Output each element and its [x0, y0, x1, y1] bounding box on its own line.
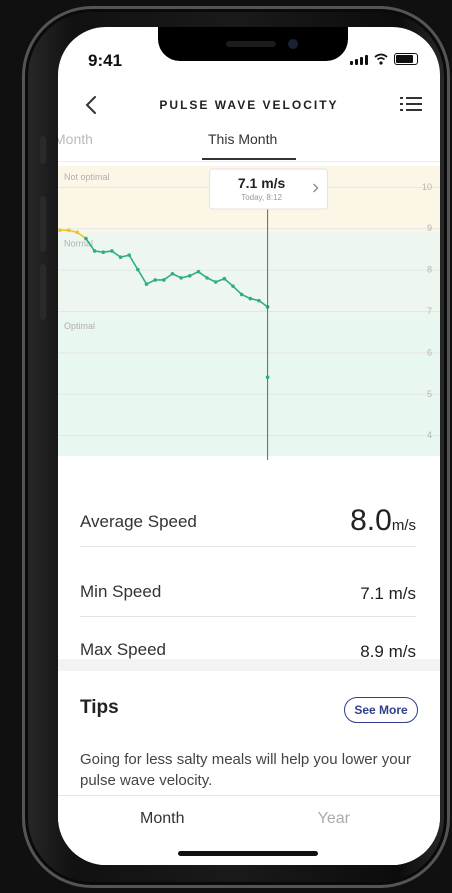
camera-icon	[288, 39, 298, 49]
tab-previous-month[interactable]: Month	[58, 131, 93, 147]
tab-underline	[202, 158, 296, 160]
data-point-1-9	[162, 278, 166, 282]
volume-up-button	[40, 196, 46, 252]
bottom-tab-year[interactable]: Year	[318, 810, 350, 828]
data-point-1-5	[127, 253, 131, 257]
notch	[158, 27, 348, 61]
data-point-1-13	[196, 269, 201, 274]
data-point-1-17	[231, 284, 235, 288]
stat-value-average: 8.0m/s	[350, 504, 416, 538]
stat-value-min: 7.1 m/s	[360, 584, 416, 603]
page-title: PULSE WAVE VELOCITY	[159, 98, 339, 112]
data-point-1-11	[179, 276, 183, 280]
data-point-1-0	[84, 236, 88, 241]
data-point-1-19	[248, 296, 253, 301]
status-icons	[350, 53, 418, 65]
period-tabs: Month This Month	[58, 125, 440, 163]
tips-title: Tips	[80, 697, 119, 718]
mute-switch	[40, 136, 46, 164]
data-point-0-1	[66, 228, 71, 233]
stat-value-average-number: 8.0	[350, 504, 392, 537]
y-tick-label-6: 4	[427, 430, 432, 440]
speaker	[226, 41, 276, 47]
see-more-button[interactable]: See More	[344, 697, 418, 723]
data-point-1-18	[239, 292, 244, 297]
tab-this-month[interactable]: This Month	[208, 131, 277, 147]
y-tick-label-5: 5	[427, 389, 432, 399]
stat-value-average-unit: m/s	[391, 517, 416, 534]
y-tick-label-2: 8	[427, 265, 432, 275]
status-time: 9:41	[88, 51, 123, 70]
marker-value: 7.1 m/s	[238, 175, 286, 191]
data-point-1-4	[118, 255, 123, 259]
y-tick-label-1: 9	[427, 223, 432, 233]
screen: 9:41 PULSE WAVE VELOCITY Month This Mont…	[58, 27, 440, 865]
data-point-1-10	[170, 271, 175, 276]
zone-band-2	[58, 315, 440, 456]
home-indicator	[178, 851, 318, 856]
y-tick-label-4: 6	[427, 347, 432, 357]
zone-label-2: Optimal	[64, 321, 95, 331]
volume-down-button	[40, 264, 46, 320]
stat-label-max: Max Speed	[80, 640, 166, 659]
y-tick-label-3: 7	[427, 306, 432, 316]
y-tick-label-0: 10	[422, 182, 432, 192]
battery-icon	[394, 53, 418, 65]
data-point-1-7	[144, 282, 149, 286]
data-point-0-2	[75, 230, 80, 235]
bottom-tab-month[interactable]: Month	[140, 810, 184, 828]
data-point-0-0	[58, 228, 62, 233]
wifi-icon	[374, 53, 388, 65]
stat-row-average: Average Speed 8.0m/s	[80, 488, 416, 547]
stat-label-min: Min Speed	[80, 582, 162, 601]
list-menu-icon[interactable]	[400, 95, 422, 113]
data-point-1-15	[213, 280, 218, 284]
section-divider	[58, 659, 440, 671]
data-point-1-20	[257, 298, 261, 303]
data-point-1-12	[187, 274, 192, 278]
zone-label-0: Not optimal	[64, 172, 110, 182]
data-point-1-14	[205, 276, 209, 280]
tips-text: Going for less salty meals will help you…	[80, 751, 411, 789]
bottom-tab-bar: Month Year	[58, 795, 440, 865]
marker-lower-point	[265, 375, 270, 380]
data-point-1-16	[222, 276, 227, 281]
data-point-1-1	[92, 249, 97, 253]
data-point-1-2	[101, 250, 106, 255]
zone-band-1	[58, 232, 440, 316]
nav-bar: PULSE WAVE VELOCITY	[58, 89, 440, 129]
stat-label-average: Average Speed	[80, 512, 197, 531]
signal-icon	[350, 55, 368, 65]
pwv-chart[interactable]: Not optimalNormalOptimal109876547.1 m/sT…	[58, 162, 440, 460]
stat-row-min: Min Speed 7.1 m/s	[80, 558, 416, 617]
data-point-1-8	[153, 278, 157, 282]
data-point-1-3	[110, 249, 114, 253]
data-point-1-6	[136, 267, 140, 272]
marker-label: Today, 8:12	[241, 193, 282, 202]
